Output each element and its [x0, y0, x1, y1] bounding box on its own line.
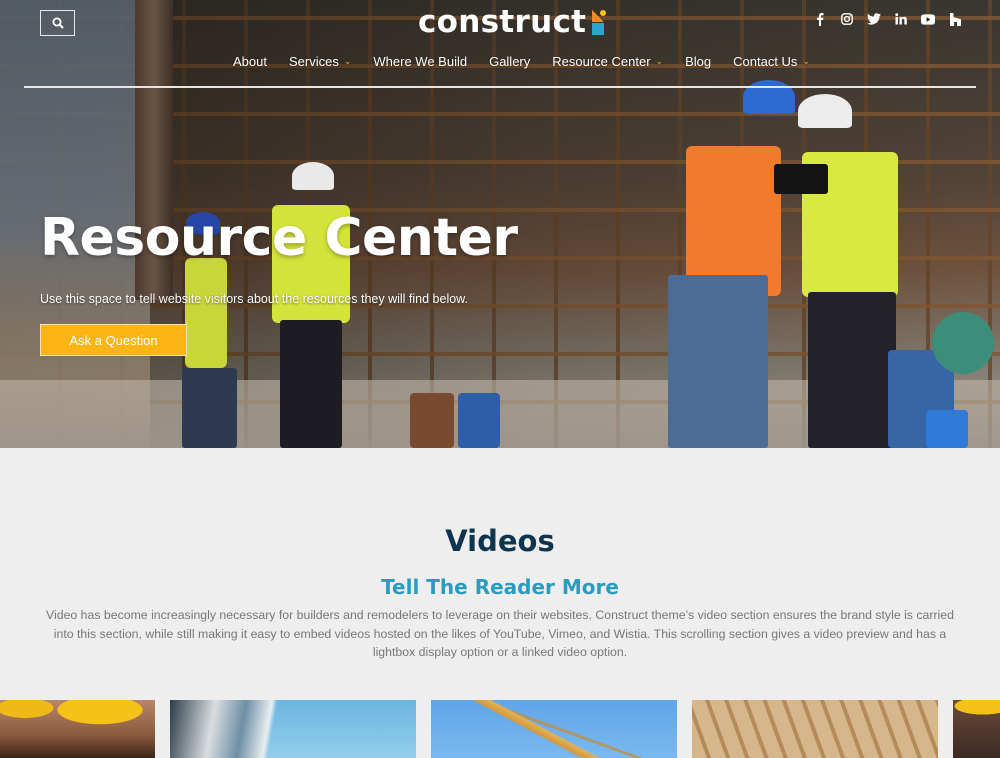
nav-label: Contact Us: [733, 54, 798, 69]
nav-item-resource-center[interactable]: Resource Center ⌄: [541, 54, 674, 69]
video-card[interactable]: [953, 700, 1000, 758]
video-card[interactable]: [431, 700, 677, 758]
videos-subheading: Tell The Reader More: [381, 575, 619, 599]
hero-subtitle: Use this space to tell website visitors …: [40, 292, 468, 306]
nav-item-where-we-build[interactable]: Where We Build: [362, 54, 478, 69]
houzz-icon[interactable]: [948, 12, 962, 26]
main-nav: About Services ⌄ Where We Build Gallery R…: [222, 54, 821, 69]
videos-description: Video has become increasingly necessary …: [46, 608, 954, 659]
social-links: [813, 12, 962, 26]
videos-heading: Videos: [445, 524, 555, 558]
chevron-down-icon: ⌄: [343, 56, 352, 66]
twitter-icon[interactable]: [867, 12, 881, 26]
ask-a-question-button[interactable]: Ask a Question: [40, 324, 187, 356]
search-button[interactable]: [40, 10, 75, 36]
nav-label: Where We Build: [373, 54, 468, 69]
video-card[interactable]: [0, 700, 155, 758]
logo-text: construct: [418, 4, 587, 40]
nav-label: About: [233, 54, 267, 69]
hero-section: construct About Services ⌄ Where We Build: [0, 0, 1000, 448]
nav-label: Services: [288, 54, 339, 69]
logo-mark-icon: [592, 10, 607, 36]
video-card[interactable]: [692, 700, 938, 758]
nav-item-blog[interactable]: Blog: [674, 54, 722, 69]
search-icon: [52, 17, 64, 29]
nav-label: Gallery: [489, 54, 531, 69]
facebook-icon[interactable]: [813, 12, 827, 26]
video-card[interactable]: [170, 700, 416, 758]
chevron-down-icon: ⌄: [655, 56, 664, 66]
logo[interactable]: construct: [418, 4, 607, 40]
nav-label: Blog: [685, 54, 712, 69]
instagram-icon[interactable]: [840, 12, 854, 26]
nav-divider: [24, 86, 976, 88]
chevron-down-icon: ⌄: [802, 56, 810, 66]
linkedin-icon[interactable]: [894, 12, 908, 26]
nav-item-gallery[interactable]: Gallery: [478, 54, 541, 69]
nav-item-contact-us[interactable]: Contact Us ⌄: [722, 54, 821, 69]
nav-item-services[interactable]: Services ⌄: [278, 54, 362, 69]
youtube-icon[interactable]: [921, 12, 935, 26]
page-title: Resource Center: [40, 208, 518, 268]
nav-label: Resource Center: [552, 54, 651, 69]
nav-item-about[interactable]: About: [222, 54, 278, 69]
